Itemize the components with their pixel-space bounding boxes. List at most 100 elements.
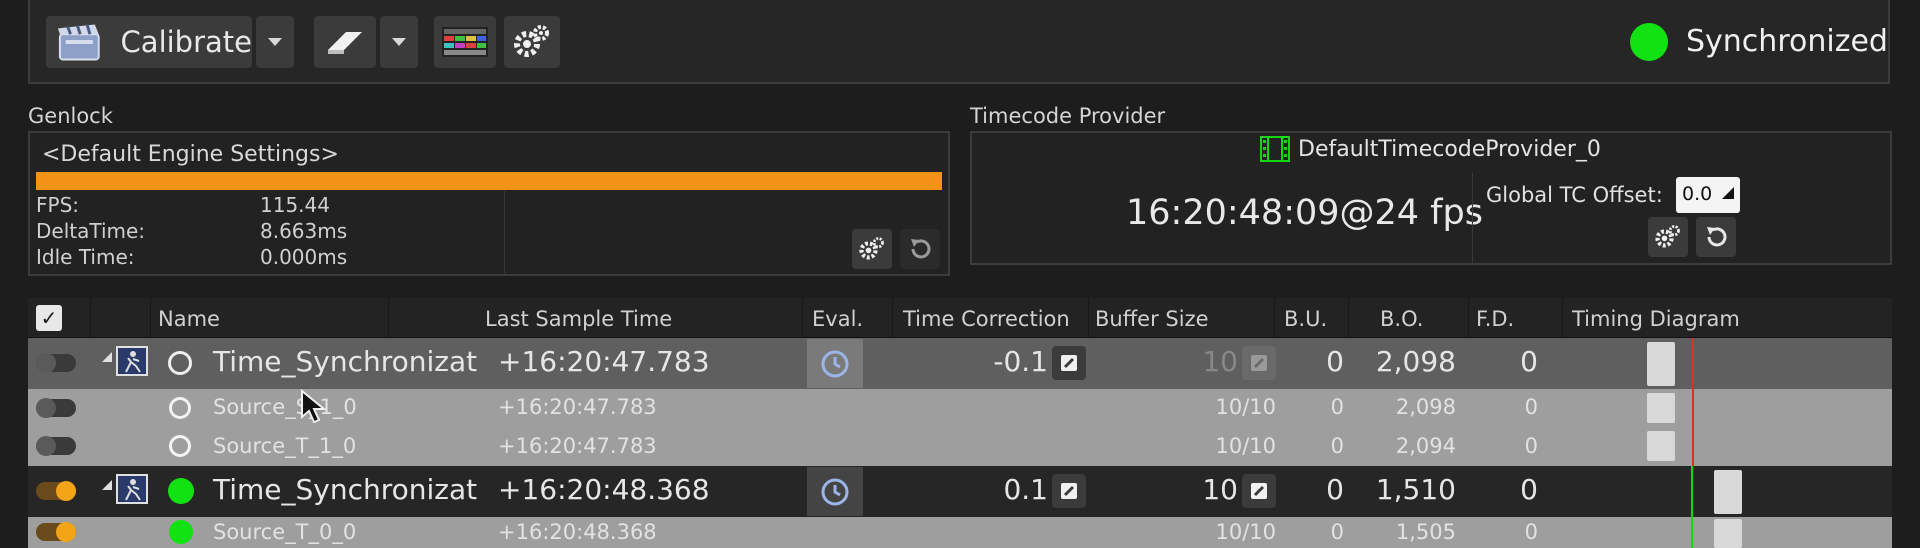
row-fd: 0 xyxy=(1524,520,1538,544)
column-header-timing-diagram[interactable]: Timing Diagram xyxy=(1572,307,1740,331)
row-buffer-size: 10/10 xyxy=(1215,520,1276,544)
color-bars-icon xyxy=(442,27,488,57)
edit-icon xyxy=(1251,483,1267,499)
timecode-settings-button[interactable] xyxy=(1648,217,1688,257)
stat-idletime-value: 0.000ms xyxy=(260,245,348,269)
timecode-provider-title: Timecode Provider xyxy=(970,104,1166,128)
global-tc-offset-value: 0.0 xyxy=(1682,183,1713,205)
global-tc-offset-input[interactable]: 0.0 xyxy=(1676,177,1740,213)
stats-divider xyxy=(504,191,505,273)
row-name: Source_T_0_0 xyxy=(213,520,357,544)
clapperboard-icon xyxy=(57,24,100,61)
timing-buffer-marker xyxy=(1714,470,1742,514)
clock-icon xyxy=(821,478,849,505)
timing-current-line xyxy=(1692,338,1694,389)
enable-toggle[interactable] xyxy=(36,398,76,418)
row-buffer-size: 10 xyxy=(1202,473,1238,506)
calibrate-button[interactable]: Calibrate xyxy=(46,16,252,68)
timecode-provider-panel: DefaultTimecodeProvider_0 16:20:48:09@24… xyxy=(970,131,1892,265)
edit-buffer-size-button[interactable] xyxy=(1242,346,1276,380)
column-header-bu[interactable]: B.U. xyxy=(1284,307,1327,331)
row-fd: 0 xyxy=(1524,395,1538,419)
row-buffer-size: 10 xyxy=(1202,345,1238,378)
table-row[interactable]: Time_Synchronizat +16:20:48.368 0.1 10 0… xyxy=(28,466,1892,517)
resize-corner-icon xyxy=(1722,187,1734,199)
toolbar: Calibrate Synchronized xyxy=(28,0,1890,84)
row-last-sample-time: +16:20:47.783 xyxy=(498,434,657,458)
stat-deltatime-value: 8.663ms xyxy=(260,219,348,243)
stat-fps-value: 115.44 xyxy=(260,193,330,217)
column-header-eval[interactable]: Eval. xyxy=(812,307,863,331)
column-divider xyxy=(1274,298,1275,338)
enable-toggle[interactable] xyxy=(36,436,76,456)
edit-buffer-size-button[interactable] xyxy=(1242,474,1276,508)
timing-buffer-marker xyxy=(1647,431,1675,461)
genlock-status-bar xyxy=(36,172,942,190)
column-header-bo[interactable]: B.O. xyxy=(1380,307,1423,331)
timecode-reset-button[interactable] xyxy=(1696,217,1736,257)
status-ring-icon xyxy=(169,397,191,419)
column-header-fd[interactable]: F.D. xyxy=(1476,307,1514,331)
table-row[interactable]: Source_T_0_0 +16:20:48.368 10/10 0 1,505… xyxy=(28,517,1892,548)
timing-buffer-marker xyxy=(1647,393,1675,423)
edit-icon xyxy=(1061,483,1077,499)
edit-icon xyxy=(1061,355,1077,371)
undo-icon xyxy=(911,239,931,259)
column-header-time-correction[interactable]: Time Correction xyxy=(903,307,1070,331)
timing-current-line xyxy=(1692,389,1694,427)
toggle-knob xyxy=(56,522,76,542)
chevron-down-icon xyxy=(268,38,282,46)
genlock-settings-button[interactable] xyxy=(852,229,892,269)
synchronizer-icon xyxy=(116,346,148,376)
settings-button[interactable] xyxy=(504,16,560,68)
enable-toggle[interactable] xyxy=(36,481,76,501)
gears-icon xyxy=(514,25,549,57)
clock-icon xyxy=(821,350,849,377)
row-time-correction: 0.1 xyxy=(1003,473,1048,506)
gears-icon xyxy=(859,237,884,260)
status-ring-icon xyxy=(168,351,192,375)
expand-arrow-icon[interactable] xyxy=(100,478,114,492)
eraser-icon xyxy=(328,32,362,54)
table-row[interactable]: Source_S_1_0 +16:20:47.783 10/10 0 2,098… xyxy=(28,389,1892,427)
edit-time-correction-button[interactable] xyxy=(1052,474,1086,508)
timecode-divider xyxy=(1472,173,1473,265)
reset-dropdown-button[interactable] xyxy=(380,16,418,68)
table-row[interactable]: Time_Synchronizat +16:20:47.783 -0.1 10 … xyxy=(28,338,1892,389)
column-divider xyxy=(1348,298,1349,338)
row-fd: 0 xyxy=(1520,345,1538,378)
genlock-source-label: <Default Engine Settings> xyxy=(42,142,339,167)
select-all-checkbox[interactable]: ✓ xyxy=(36,305,62,331)
reset-button[interactable] xyxy=(314,16,376,68)
row-buffer-size: 10/10 xyxy=(1215,434,1276,458)
enable-toggle[interactable] xyxy=(36,522,76,542)
timing-current-line xyxy=(1692,427,1694,466)
column-header-name[interactable]: Name xyxy=(158,307,220,331)
column-header-buffer-size[interactable]: Buffer Size xyxy=(1095,307,1209,331)
row-bo: 2,098 xyxy=(1375,345,1456,378)
table-header: ✓ Name Last Sample Time Eval. Time Corre… xyxy=(28,298,1892,338)
row-fd: 0 xyxy=(1520,473,1538,506)
row-bo: 1,510 xyxy=(1375,473,1456,506)
genlock-reset-button[interactable] xyxy=(900,229,940,269)
edit-time-correction-button[interactable] xyxy=(1052,346,1086,380)
row-name: Source_S_1_0 xyxy=(213,395,357,419)
column-divider xyxy=(1088,298,1089,338)
expand-arrow-icon[interactable] xyxy=(100,350,114,364)
status-ok-icon xyxy=(168,478,194,504)
edit-icon xyxy=(1251,355,1267,371)
row-bo: 2,094 xyxy=(1395,434,1456,458)
enable-toggle[interactable] xyxy=(36,353,76,373)
eval-button[interactable] xyxy=(807,467,863,516)
row-bo: 2,098 xyxy=(1395,395,1456,419)
toggle-knob xyxy=(36,436,56,456)
eval-button[interactable] xyxy=(807,339,863,388)
calibrate-dropdown-button[interactable] xyxy=(256,16,294,68)
table-row[interactable]: Source_T_1_0 +16:20:47.783 10/10 0 2,094… xyxy=(28,427,1892,466)
column-header-last-sample-time[interactable]: Last Sample Time xyxy=(485,307,672,331)
timing-buffer-marker xyxy=(1647,342,1675,386)
timing-table-button[interactable] xyxy=(434,16,496,68)
status-indicator xyxy=(1630,23,1668,61)
genlock-panel: <Default Engine Settings> FPS: 115.44 De… xyxy=(28,131,950,276)
film-icon xyxy=(1260,136,1290,162)
